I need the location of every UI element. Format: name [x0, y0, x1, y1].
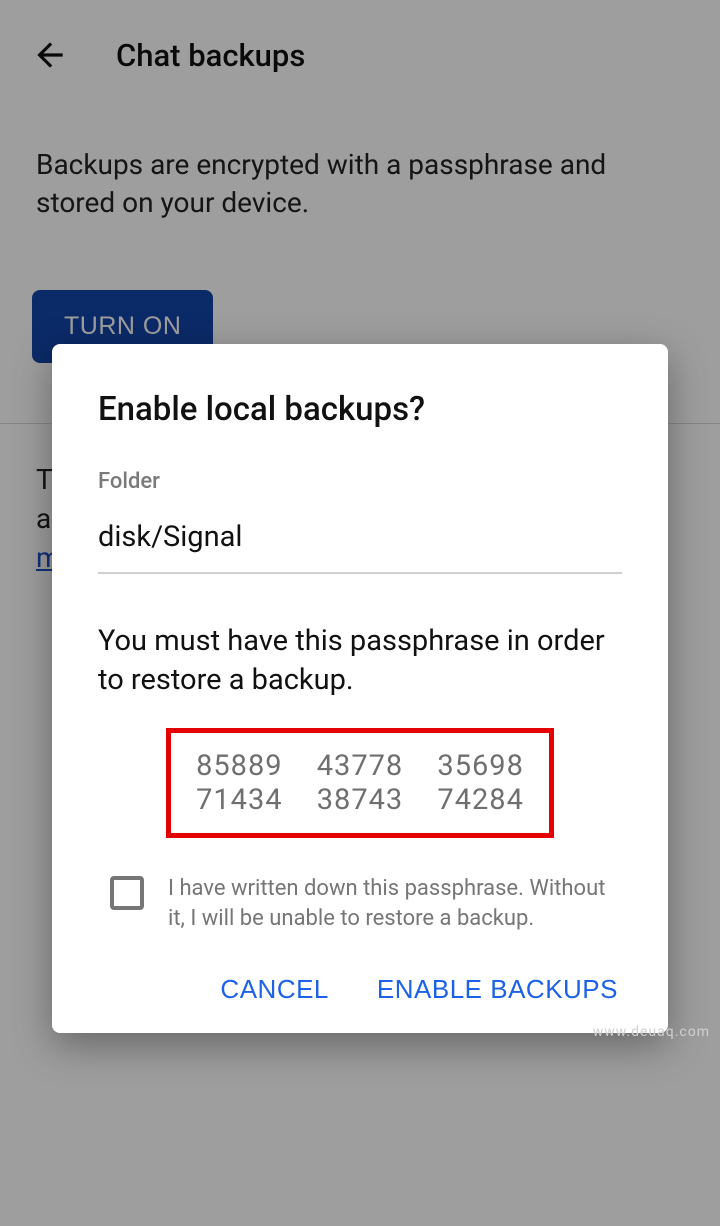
acknowledge-row: I have written down this passphrase. Wit…: [98, 874, 622, 933]
folder-path: disk/Signal: [98, 520, 622, 574]
passphrase-row-2: 71434 38743 74284: [179, 783, 541, 817]
screen: Chat backups Backups are encrypted with …: [0, 0, 720, 1226]
passphrase-group-5: 38743: [317, 783, 404, 817]
enable-backups-dialog: Enable local backups? Folder disk/Signal…: [52, 344, 668, 1033]
dialog-title: Enable local backups?: [98, 390, 622, 429]
acknowledge-checkbox[interactable]: [110, 876, 144, 910]
passphrase-highlight-box: 85889 43778 35698 71434 38743 74284: [166, 728, 554, 838]
dialog-actions: CANCEL ENABLE BACKUPS: [98, 974, 622, 1005]
passphrase-group-2: 43778: [317, 749, 404, 783]
passphrase-instruction: You must have this passphrase in order t…: [98, 622, 622, 700]
passphrase-group-4: 71434: [196, 783, 283, 817]
passphrase-group-6: 74284: [437, 783, 524, 817]
acknowledge-text: I have written down this passphrase. Wit…: [168, 874, 622, 933]
passphrase-group-3: 35698: [437, 749, 524, 783]
enable-backups-button[interactable]: ENABLE BACKUPS: [377, 974, 618, 1005]
cancel-button[interactable]: CANCEL: [220, 974, 328, 1005]
folder-label: Folder: [98, 469, 622, 494]
passphrase-group-1: 85889: [196, 749, 283, 783]
passphrase-row-1: 85889 43778 35698: [179, 749, 541, 783]
watermark: www.deuaq.com: [593, 1024, 710, 1040]
